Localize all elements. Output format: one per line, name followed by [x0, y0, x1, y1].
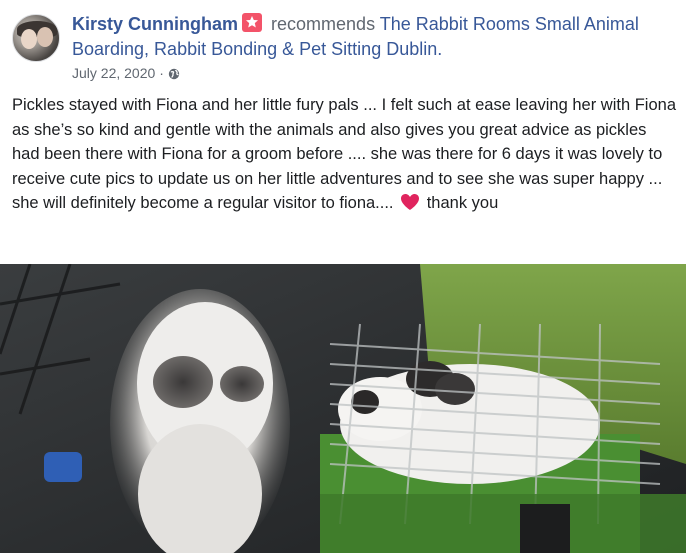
- author-name-link[interactable]: Kirsty Cunningham: [72, 14, 238, 34]
- post-body: Pickles stayed with Fiona and her little…: [12, 93, 676, 216]
- avatar-face-right: [37, 27, 53, 47]
- post-photo[interactable]: [0, 264, 686, 553]
- post-date-link[interactable]: July 22, 2020: [72, 65, 155, 81]
- rabbits-photo: [0, 264, 686, 553]
- recommendation-star-icon: [242, 13, 263, 32]
- post-header: Kirsty Cunningham recommends The Rabbit …: [72, 12, 672, 62]
- recommends-text: recommends: [271, 14, 376, 34]
- post-body-text: Pickles stayed with Fiona and her little…: [12, 96, 676, 212]
- recommendation-post: Kirsty Cunningham recommends The Rabbit …: [0, 0, 686, 553]
- avatar-face-left: [21, 29, 37, 49]
- red-heart-emoji-icon: [400, 193, 420, 211]
- post-meta: July 22, 2020 ·: [72, 65, 180, 81]
- post-body-text-end: thank you: [426, 194, 499, 212]
- author-avatar[interactable]: [12, 14, 60, 62]
- meta-separator: ·: [159, 65, 164, 81]
- globe-icon[interactable]: [168, 67, 180, 80]
